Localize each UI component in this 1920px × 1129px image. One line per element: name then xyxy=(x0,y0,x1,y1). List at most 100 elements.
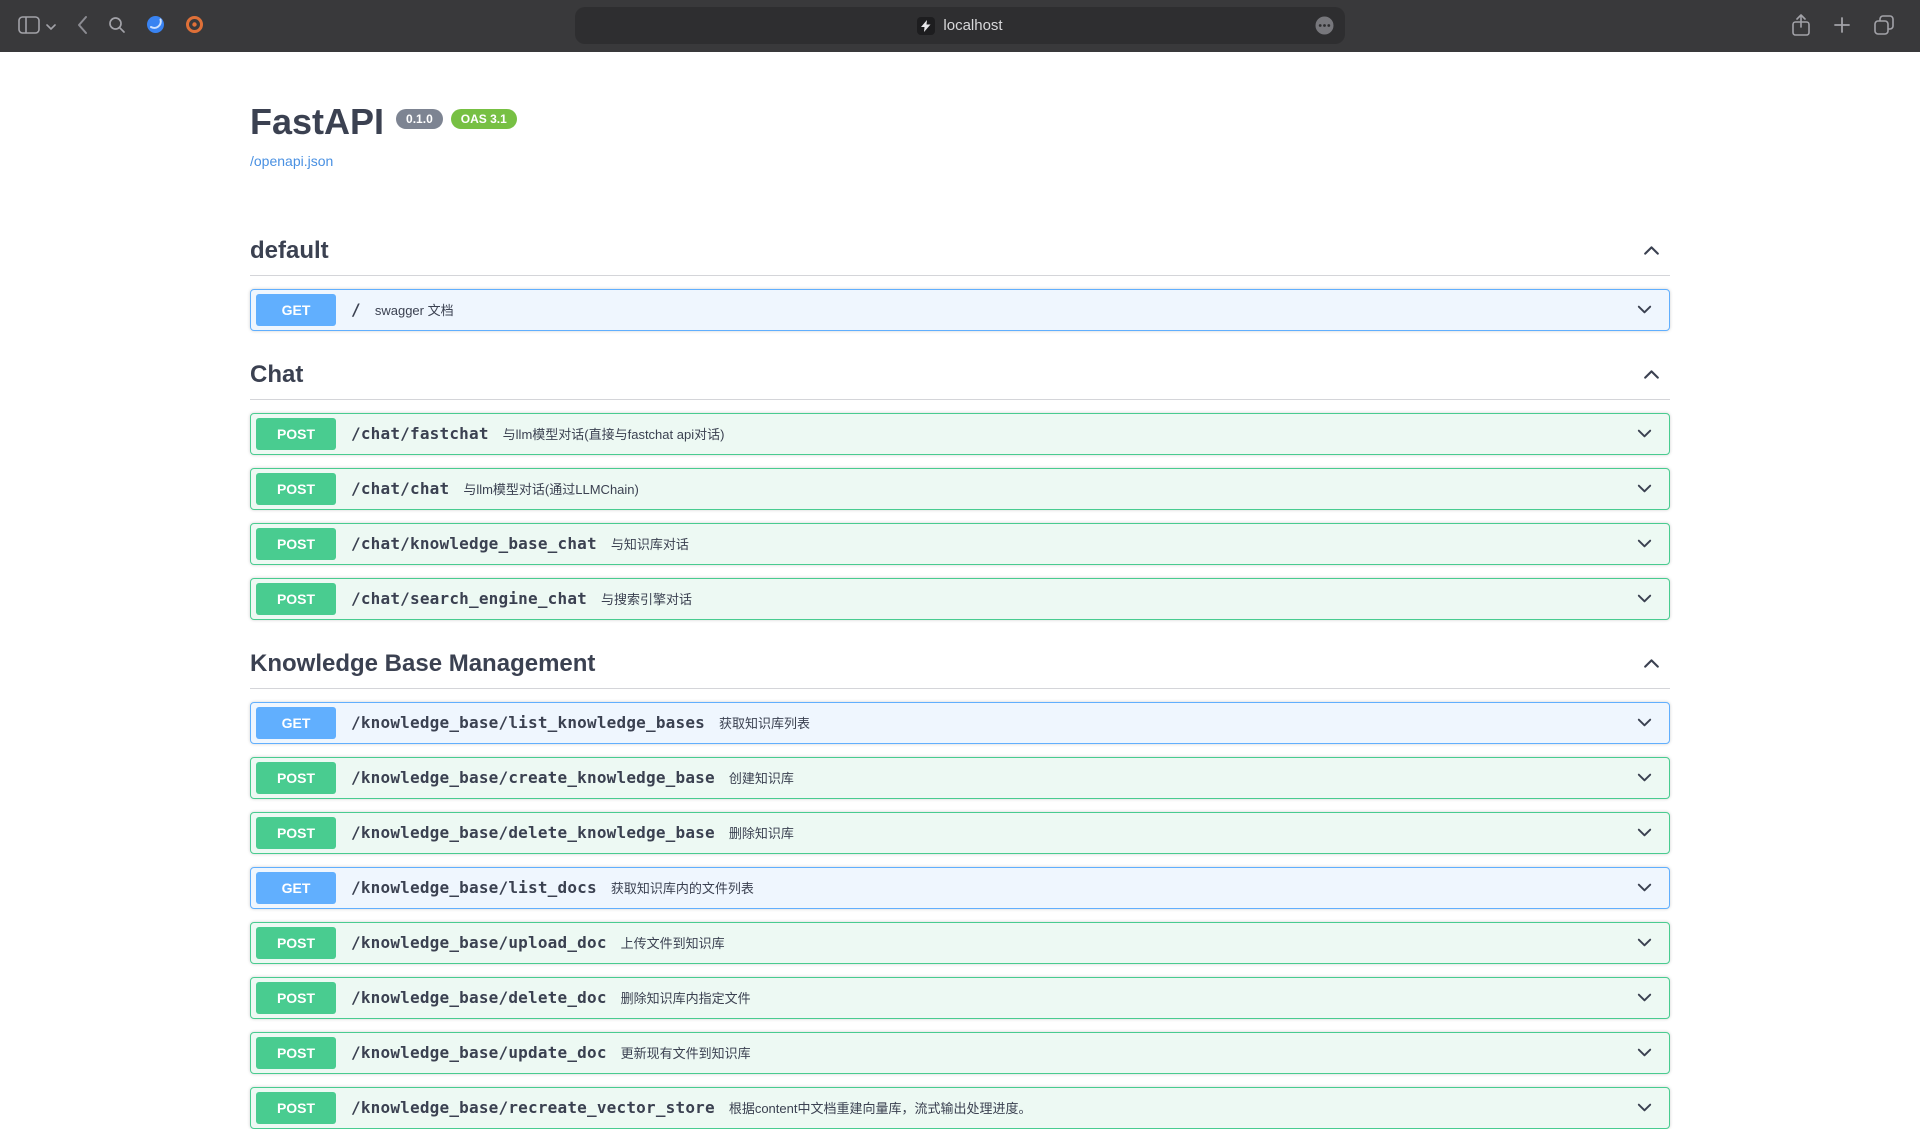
operation-summary: 创建知识库 xyxy=(729,768,794,787)
operation-summary: 获取知识库内的文件列表 xyxy=(611,878,754,897)
method-badge: POST xyxy=(256,927,336,959)
operation-path: /knowledge_base/recreate_vector_store xyxy=(351,1098,715,1117)
method-badge: POST xyxy=(256,817,336,849)
new-tab-button[interactable] xyxy=(1834,17,1850,36)
chevron-down-icon xyxy=(1635,479,1654,498)
method-badge: POST xyxy=(256,1037,336,1069)
version-badge: 0.1.0 xyxy=(396,109,443,129)
operation-summary: 与知识库对话 xyxy=(611,534,689,553)
share-button[interactable] xyxy=(1792,14,1810,39)
sidebar-menu-button[interactable] xyxy=(46,19,56,34)
operation-path: /knowledge_base/upload_doc xyxy=(351,933,607,952)
tab-overview-button[interactable] xyxy=(1874,15,1894,38)
operation-summary: 获取知识库列表 xyxy=(719,713,810,732)
search-icon xyxy=(108,16,126,37)
method-badge: POST xyxy=(256,473,336,505)
page-title: FastAPI xyxy=(250,102,384,142)
section-header[interactable]: default xyxy=(250,231,1670,276)
chevron-left-icon xyxy=(76,15,88,38)
chevron-down-icon xyxy=(1635,534,1654,553)
chevron-up-icon xyxy=(1641,240,1662,261)
operation-summary: 更新现有文件到知识库 xyxy=(621,1043,751,1062)
chevron-up-icon xyxy=(1641,653,1662,674)
operation-list: GET /knowledge_base/list_knowledge_bases… xyxy=(250,689,1670,1129)
swagger-ui: FastAPI 0.1.0 OAS 3.1 /openapi.json defa… xyxy=(250,52,1670,1129)
chevron-down-icon xyxy=(1635,988,1654,1007)
operation-row[interactable]: POST /knowledge_base/delete_knowledge_ba… xyxy=(250,812,1670,854)
method-badge: GET xyxy=(256,872,336,904)
site-favicon xyxy=(917,17,935,35)
operation-row[interactable]: POST /knowledge_base/upload_doc 上传文件到知识库 xyxy=(250,922,1670,964)
chevron-down-icon xyxy=(1635,589,1654,608)
operation-path: /knowledge_base/list_knowledge_bases xyxy=(351,713,705,732)
operation-row[interactable]: POST /knowledge_base/update_doc 更新现有文件到知… xyxy=(250,1032,1670,1074)
operation-summary: 上传文件到知识库 xyxy=(621,933,725,952)
chevron-down-icon xyxy=(1635,1043,1654,1062)
operation-path: /chat/knowledge_base_chat xyxy=(351,534,597,553)
operation-row[interactable]: GET /knowledge_base/list_knowledge_bases… xyxy=(250,702,1670,744)
chevron-down-icon xyxy=(1635,878,1654,897)
operation-path: /knowledge_base/delete_knowledge_base xyxy=(351,823,715,842)
operation-summary: 与llm模型对话(通过LLMChain) xyxy=(463,479,639,498)
address-bar[interactable]: localhost xyxy=(575,7,1345,44)
chevron-down-icon xyxy=(1635,933,1654,952)
method-badge: POST xyxy=(256,418,336,450)
operation-row[interactable]: GET / swagger 文档 xyxy=(250,289,1670,331)
chevron-down-icon xyxy=(1635,424,1654,443)
extension-orange-button[interactable] xyxy=(185,15,204,37)
section-header[interactable]: Knowledge Base Management xyxy=(250,644,1670,689)
operation-summary: 与llm模型对话(直接与fastchat api对话) xyxy=(503,424,725,443)
back-button[interactable] xyxy=(76,15,88,38)
chevron-down-icon xyxy=(1635,713,1654,732)
operation-list: POST /chat/fastchat 与llm模型对话(直接与fastchat… xyxy=(250,400,1670,620)
openapi-spec-link[interactable]: /openapi.json xyxy=(250,153,333,169)
api-section: Knowledge Base Management GET /knowledge… xyxy=(250,644,1670,1129)
operation-summary: 根据content中文档重建向量库，流式输出处理进度。 xyxy=(729,1098,1032,1117)
chevron-down-icon xyxy=(1635,1098,1654,1117)
browser-toolbar: localhost xyxy=(0,0,1920,52)
operation-path: /knowledge_base/update_doc xyxy=(351,1043,607,1062)
operation-row[interactable]: POST /knowledge_base/recreate_vector_sto… xyxy=(250,1087,1670,1129)
plus-icon xyxy=(1834,17,1850,36)
operations-container: default GET / swagger 文档 Chat POST /chat… xyxy=(250,231,1670,1129)
operation-summary: 与搜索引擎对话 xyxy=(601,589,692,608)
operation-path: /chat/fastchat xyxy=(351,424,489,443)
extension-blue-icon xyxy=(146,15,165,37)
chevron-down-icon xyxy=(1635,300,1654,319)
chevron-down-icon xyxy=(46,19,56,34)
operation-row[interactable]: POST /knowledge_base/delete_doc 删除知识库内指定… xyxy=(250,977,1670,1019)
method-badge: POST xyxy=(256,583,336,615)
operation-path: / xyxy=(351,300,361,319)
url-text: localhost xyxy=(943,17,1002,34)
page-options-icon[interactable] xyxy=(1314,15,1335,36)
operation-row[interactable]: GET /knowledge_base/list_docs 获取知识库内的文件列… xyxy=(250,867,1670,909)
chevron-up-icon xyxy=(1641,364,1662,385)
method-badge: POST xyxy=(256,762,336,794)
operation-summary: 删除知识库 xyxy=(729,823,794,842)
chevron-down-icon xyxy=(1635,768,1654,787)
method-badge: POST xyxy=(256,528,336,560)
api-info: FastAPI 0.1.0 OAS 3.1 /openapi.json xyxy=(250,102,1670,171)
method-badge: GET xyxy=(256,294,336,326)
operation-row[interactable]: POST /chat/search_engine_chat 与搜索引擎对话 xyxy=(250,578,1670,620)
sidebar-toggle-button[interactable] xyxy=(18,16,40,37)
operation-row[interactable]: POST /knowledge_base/create_knowledge_ba… xyxy=(250,757,1670,799)
extension-orange-icon xyxy=(185,15,204,37)
operation-row[interactable]: POST /chat/chat 与llm模型对话(通过LLMChain) xyxy=(250,468,1670,510)
operation-path: /chat/search_engine_chat xyxy=(351,589,587,608)
tab-overview-icon xyxy=(1874,15,1894,38)
method-badge: POST xyxy=(256,1092,336,1124)
api-section: default GET / swagger 文档 xyxy=(250,231,1670,331)
section-title: Knowledge Base Management xyxy=(250,650,595,678)
extension-blue-button[interactable] xyxy=(146,15,165,37)
share-icon xyxy=(1792,14,1810,39)
operation-row[interactable]: POST /chat/knowledge_base_chat 与知识库对话 xyxy=(250,523,1670,565)
search-button[interactable] xyxy=(108,16,126,37)
operation-list: GET / swagger 文档 xyxy=(250,276,1670,331)
section-header[interactable]: Chat xyxy=(250,355,1670,400)
sidebar-toggle-icon xyxy=(18,16,40,37)
operation-row[interactable]: POST /chat/fastchat 与llm模型对话(直接与fastchat… xyxy=(250,413,1670,455)
operation-path: /chat/chat xyxy=(351,479,449,498)
chevron-down-icon xyxy=(1635,823,1654,842)
section-title: Chat xyxy=(250,361,303,389)
